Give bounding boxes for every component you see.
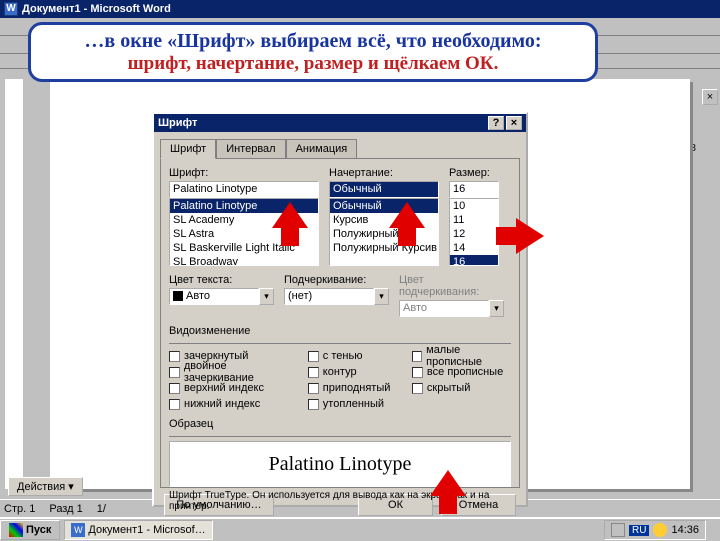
tab-page-font: Шрифт: Palatino Linotype Palatino Linoty… <box>160 158 520 488</box>
tab-font[interactable]: Шрифт <box>160 139 216 159</box>
font-name-input[interactable]: Palatino Linotype <box>169 181 319 198</box>
language-indicator[interactable]: RU <box>629 525 649 536</box>
dialog-help-button[interactable]: ? <box>488 116 504 130</box>
list-item[interactable]: 16 <box>450 255 498 266</box>
list-item[interactable]: 12 <box>450 227 498 241</box>
text-color-select[interactable]: Авто <box>169 288 259 305</box>
app-title: Документ1 - Microsoft Word <box>22 0 171 18</box>
effect-all-caps[interactable]: все прописные <box>412 364 511 380</box>
label-size: Размер: <box>449 167 499 179</box>
list-item[interactable]: 10 <box>450 199 498 213</box>
tray-icon-2[interactable] <box>653 523 667 537</box>
windows-flag-icon <box>9 523 23 537</box>
annotation-callout: …в окне «Шрифт» выбираем всё, что необхо… <box>28 22 598 82</box>
taskbar-item-label: Документ1 - Microsof… <box>88 524 205 536</box>
list-item[interactable]: Полужирный Курсив <box>330 241 438 255</box>
tab-animation[interactable]: Анимация <box>286 139 358 159</box>
status-page-label: Стр. 1 <box>4 503 35 515</box>
effect-hidden[interactable]: скрытый <box>412 380 511 396</box>
effect-outline[interactable]: контур <box>308 364 402 380</box>
label-style: Начертание: <box>329 167 439 179</box>
list-item[interactable]: 11 <box>450 213 498 227</box>
label-text-color: Цвет текста: <box>169 274 274 286</box>
system-tray: RU 14:36 <box>604 520 706 540</box>
list-item[interactable]: Полужирный <box>330 227 438 241</box>
vertical-ruler <box>5 79 23 489</box>
effect-emboss[interactable]: приподнятый <box>308 380 402 396</box>
taskbar-item-word[interactable]: W Документ1 - Microsof… <box>64 520 212 540</box>
annotation-line-1: …в окне «Шрифт» выбираем всё, что необхо… <box>84 30 541 53</box>
list-item[interactable]: 14 <box>450 241 498 255</box>
start-button[interactable]: Пуск <box>0 520 60 540</box>
effect-superscript[interactable]: верхний индекс <box>169 380 298 396</box>
start-label: Пуск <box>26 524 51 536</box>
label-underline-color: Цвет подчеркивания: <box>399 274 504 298</box>
dropdown-icon[interactable]: ▾ <box>259 288 274 305</box>
word-icon: W <box>4 2 18 16</box>
font-dialog-titlebar: Шрифт ? × <box>154 114 526 132</box>
annotation-line-2: шрифт, начертание, размер и щёлкаем ОК. <box>128 53 499 75</box>
effect-subscript[interactable]: нижний индекс <box>169 396 298 412</box>
dropdown-icon: ▾ <box>489 300 504 317</box>
tab-spacing[interactable]: Интервал <box>216 139 285 159</box>
word-icon: W <box>71 523 85 537</box>
dialog-close-button[interactable]: × <box>506 116 522 130</box>
divider <box>169 436 511 437</box>
effects-group-label: Видоизменение <box>169 325 511 337</box>
underline-select[interactable]: (нет) <box>284 288 374 305</box>
font-style-input[interactable]: Обычный <box>329 181 439 198</box>
status-section-label: Разд 1 <box>49 503 82 515</box>
font-dialog-title: Шрифт <box>158 117 197 129</box>
effect-double-strike[interactable]: двойное зачеркивание <box>169 364 298 380</box>
font-dialog: Шрифт ? × Шрифт Интервал Анимация Шрифт:… <box>152 112 528 507</box>
dropdown-icon[interactable]: ▾ <box>374 288 389 305</box>
label-underline: Подчеркивание: <box>284 274 389 286</box>
actions-bar: Действия ▾ <box>8 475 83 497</box>
font-size-input[interactable]: 16 <box>449 181 499 198</box>
sample-group-label: Образец <box>169 418 511 430</box>
effect-small-caps[interactable]: малые прописные <box>412 348 511 364</box>
underline-color-select: Авто <box>399 300 489 317</box>
font-size-list[interactable]: 10 11 12 14 16 <box>449 198 499 266</box>
list-item[interactable]: SL Broadway <box>170 255 318 266</box>
effect-engrave[interactable]: утопленный <box>308 396 402 412</box>
status-position: 1/ <box>97 503 106 515</box>
doc-close-button[interactable]: × <box>702 89 718 105</box>
effect-shadow[interactable]: с тенью <box>308 348 402 364</box>
label-font: Шрифт: <box>169 167 319 179</box>
app-titlebar: W Документ1 - Microsoft Word <box>0 0 720 18</box>
actions-menu-button[interactable]: Действия ▾ <box>8 477 83 496</box>
tray-icon-1[interactable] <box>611 523 625 537</box>
taskbar: Пуск W Документ1 - Microsof… RU 14:36 <box>0 517 720 541</box>
clock: 14:36 <box>671 524 699 536</box>
dialog-tabs: Шрифт Интервал Анимация <box>160 138 520 158</box>
